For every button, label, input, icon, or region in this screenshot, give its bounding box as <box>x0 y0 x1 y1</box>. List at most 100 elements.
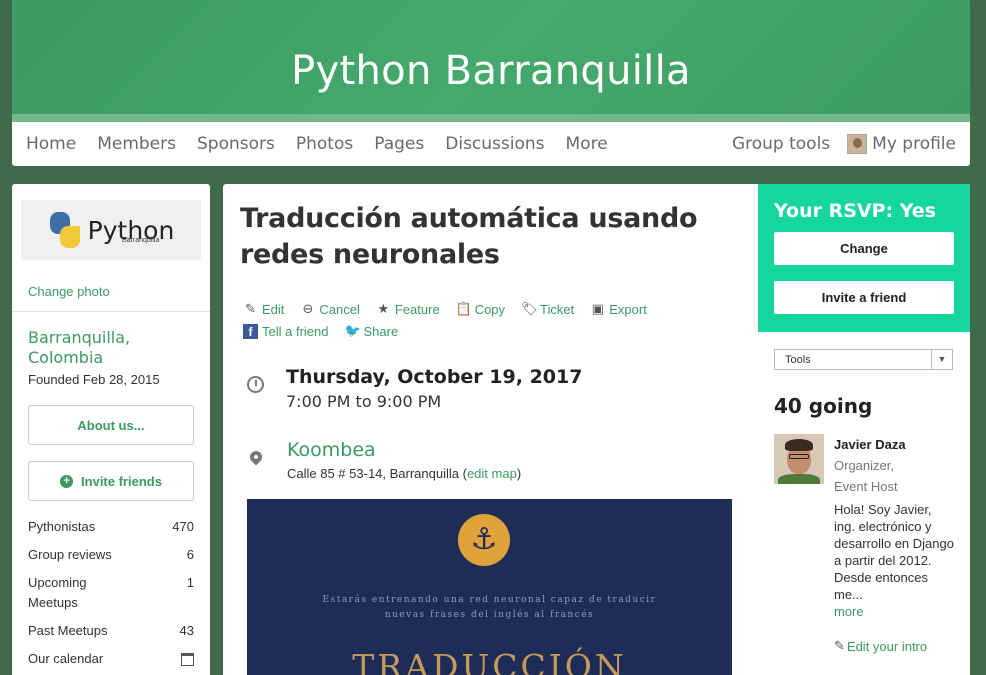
calendar-icon <box>181 653 194 666</box>
poster-tagline-line1: Estarás entrenando una red neuronal capa… <box>322 595 657 605</box>
host-card: Javier Daza Organizer, Event Host <box>774 434 970 497</box>
edit-intro-label: Edit your intro <box>846 638 928 654</box>
anchor-icon: ⚓ <box>458 514 510 566</box>
edit-action[interactable]: ✎ Edit <box>243 301 284 317</box>
stat-label: Upcoming Meetups <box>28 575 87 610</box>
stat-reviews[interactable]: Group reviews 6 <box>28 545 194 565</box>
profile-avatar <box>847 134 868 154</box>
host-bio: Hola! Soy Javier, ing. electrónico y des… <box>834 501 954 620</box>
edit-label: Edit <box>262 301 285 317</box>
host-bio-text: Hola! Soy Javier, ing. electrónico y des… <box>834 502 954 602</box>
tools-dropdown[interactable]: Tools ▼ <box>774 349 953 370</box>
group-location-link[interactable]: Barranquilla, Colombia <box>12 312 210 368</box>
share-label: Share <box>363 323 399 339</box>
group-title[interactable]: Python Barranquilla <box>291 48 691 94</box>
ticket-action[interactable]: 🏷 Ticket <box>521 301 574 317</box>
nav-photos[interactable]: Photos <box>296 134 353 154</box>
minus-circle-icon: ⊖ <box>302 301 314 316</box>
feature-action[interactable]: ★ Feature <box>376 301 440 317</box>
edit-map-link[interactable]: edit map <box>467 466 517 481</box>
stat-value: 1 <box>186 575 194 590</box>
group-nav: Home Members Sponsors Photos Pages Discu… <box>12 122 970 166</box>
star-icon: ★ <box>377 301 390 316</box>
export-label: Export <box>609 301 647 317</box>
rsvp-sidebar: Your RSVP: Yes Change Invite a friend To… <box>758 184 970 675</box>
tell-friend-label: Tell a friend <box>262 323 329 339</box>
stat-past[interactable]: Past Meetups 43 <box>28 621 194 641</box>
host-role-event-host: Event Host <box>834 479 898 494</box>
change-rsvp-button[interactable]: Change <box>774 232 954 265</box>
event-actions: ✎ Edit ⊖ Cancel ★ Feature 📋 Copy 🏷 Ticke… <box>243 301 713 339</box>
stat-label: Pythonistas <box>28 519 96 534</box>
chevron-down-icon: ▼ <box>931 350 952 369</box>
calendar-plus-icon: ▣ <box>591 301 604 316</box>
copy-action[interactable]: 📋 Copy <box>456 301 505 317</box>
clipboard-icon: 📋 <box>455 301 472 316</box>
share-action[interactable]: 🐦 Share <box>344 323 398 339</box>
event-date: Thursday, October 19, 2017 <box>286 366 583 388</box>
tell-friend-action[interactable]: f Tell a friend <box>243 323 328 339</box>
rsvp-status: Your RSVP: Yes <box>774 200 936 222</box>
plus-circle-icon: + <box>60 474 74 488</box>
about-us-button[interactable]: About us... <box>28 405 194 445</box>
facebook-icon: f <box>243 323 258 339</box>
host-avatar[interactable] <box>774 434 824 484</box>
copy-label: Copy <box>474 301 506 317</box>
tag-icon: 🏷 <box>521 301 538 316</box>
founded-date: Founded Feb 28, 2015 <box>28 372 160 387</box>
ticket-label: Ticket <box>540 301 575 317</box>
host-name[interactable]: Javier Daza <box>834 434 906 455</box>
nav-pages[interactable]: Pages <box>374 134 424 154</box>
invite-friend-button[interactable]: Invite a friend <box>774 281 954 314</box>
invite-friends-button[interactable]: + Invite friends <box>28 461 194 501</box>
cancel-action[interactable]: ⊖ Cancel <box>300 301 359 317</box>
rsvp-box: Your RSVP: Yes Change Invite a friend <box>758 184 970 332</box>
venue-link[interactable]: Koombea <box>287 439 521 461</box>
stat-label: Group reviews <box>28 547 112 562</box>
stat-value: 470 <box>172 519 194 534</box>
change-photo-link[interactable]: Change photo <box>12 260 210 312</box>
group-stats: Pythonistas 470 Group reviews 6 Upcoming… <box>12 501 210 669</box>
event-time: 7:00 PM to 9:00 PM <box>286 392 442 411</box>
group-banner: Python Barranquilla <box>12 0 970 114</box>
logo-subtext: Barranquilla <box>122 237 160 244</box>
banner-divider <box>12 114 970 122</box>
tools-selected-value: Tools <box>785 353 811 366</box>
nav-my-profile[interactable]: My profile <box>847 134 956 154</box>
stat-members[interactable]: Pythonistas 470 <box>28 517 194 537</box>
stat-label: Our calendar <box>28 651 104 666</box>
event-main: Traducción automática usando redes neuro… <box>223 184 758 675</box>
nav-more[interactable]: More <box>566 134 608 154</box>
nav-group-tools[interactable]: Group tools <box>732 134 830 154</box>
nav-discussions[interactable]: Discussions <box>445 134 544 154</box>
event-title: Traducción automática usando redes neuro… <box>240 203 698 270</box>
bio-more-link[interactable]: more <box>834 604 864 619</box>
group-header: Python Barranquilla Home Members Sponsor… <box>12 0 970 166</box>
edit-intro-link[interactable]: ✎ Edit your intro <box>834 638 970 654</box>
export-action[interactable]: ▣ Export <box>590 301 647 317</box>
map-pin-icon <box>247 448 265 466</box>
group-sidebar: Python Barranquilla Change photo Barranq… <box>12 184 210 675</box>
host-role-organizer: Organizer, <box>834 458 894 473</box>
poster-heading: TRADUCCIÓN <box>352 647 627 675</box>
clock-icon <box>247 376 264 393</box>
stat-value: 6 <box>186 547 194 562</box>
event-when: Thursday, October 19, 2017 7:00 PM to 9:… <box>247 366 758 411</box>
attendee-count[interactable]: 40 going <box>774 394 970 418</box>
nav-members[interactable]: Members <box>97 134 176 154</box>
python-logo-icon <box>48 210 82 250</box>
nav-home[interactable]: Home <box>26 134 76 154</box>
stat-upcoming[interactable]: Upcoming Meetups 1 <box>28 573 194 613</box>
stat-value: 43 <box>179 623 194 638</box>
address-text: Calle 85 # 53-14, Barranquilla <box>287 466 459 481</box>
poster-tagline: Estarás entrenando una red neuronal capa… <box>247 593 732 623</box>
feature-label: Feature <box>394 301 440 317</box>
stat-calendar[interactable]: Our calendar <box>28 649 194 669</box>
pencil-icon: ✎ <box>245 301 256 316</box>
venue-address: Calle 85 # 53-14, Barranquilla (edit map… <box>287 466 522 481</box>
my-profile-label: My profile <box>872 134 956 154</box>
event-poster-image: ⚓ Estarás entrenando una red neuronal ca… <box>247 499 732 675</box>
nav-sponsors[interactable]: Sponsors <box>197 134 275 154</box>
group-logo[interactable]: Python Barranquilla <box>21 200 201 260</box>
event-where: Koombea Calle 85 # 53-14, Barranquilla (… <box>247 439 758 481</box>
